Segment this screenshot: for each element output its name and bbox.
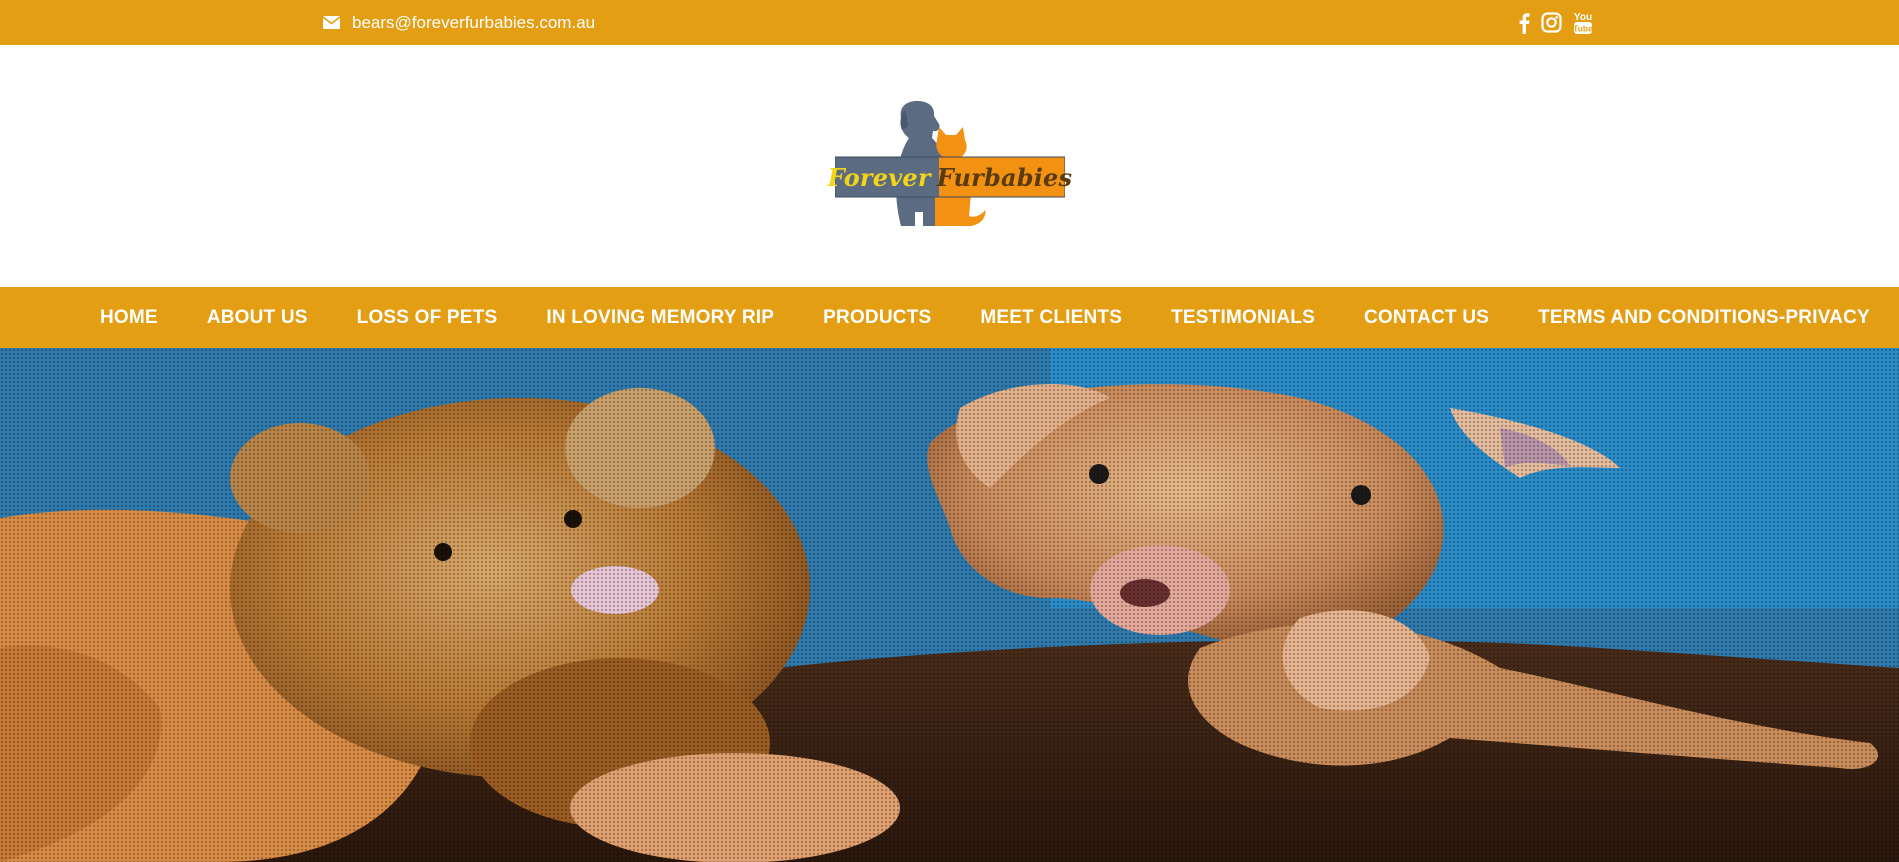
top-bar: bears@foreverfurbabies.com.au You Tube [0, 0, 1899, 45]
nav-home[interactable]: HOME [100, 307, 158, 329]
logo-word-forever: Forever [827, 162, 931, 192]
email-link[interactable]: bears@foreverfurbabies.com.au [352, 13, 595, 33]
nav-contact-us[interactable]: CONTACT US [1364, 307, 1489, 329]
nav-about-us[interactable]: ABOUT US [207, 307, 308, 329]
nav-in-loving-memory[interactable]: IN LOVING MEMORY RIP [546, 307, 774, 329]
instagram-icon[interactable] [1541, 12, 1562, 33]
header-logo-area: Forever Furbabies [0, 45, 1899, 287]
dot-overlay [0, 348, 1899, 862]
social-links: You Tube [1518, 0, 1593, 45]
youtube-icon[interactable]: You Tube [1573, 10, 1593, 36]
envelope-icon [323, 16, 340, 29]
svg-text:You: You [1574, 12, 1592, 23]
hero-image [0, 348, 1899, 862]
main-navigation: HOME ABOUT US LOSS OF PETS IN LOVING MEM… [0, 287, 1899, 348]
facebook-icon[interactable] [1518, 12, 1530, 34]
nav-loss-of-pets[interactable]: LOSS OF PETS [357, 307, 498, 329]
contact-email[interactable]: bears@foreverfurbabies.com.au [323, 0, 595, 45]
nav-meet-clients[interactable]: MEET CLIENTS [980, 307, 1122, 329]
nav-terms-privacy[interactable]: TERMS AND CONDITIONS-PRIVACY [1538, 307, 1870, 329]
logo-text: Forever Furbabies [828, 157, 1072, 197]
logo-word-furbabies: Furbabies [936, 162, 1073, 192]
nav-testimonials[interactable]: TESTIMONIALS [1171, 307, 1315, 329]
svg-text:Tube: Tube [1573, 23, 1593, 33]
site-logo[interactable]: Forever Furbabies [828, 100, 1072, 228]
nav-products[interactable]: PRODUCTS [823, 307, 931, 329]
